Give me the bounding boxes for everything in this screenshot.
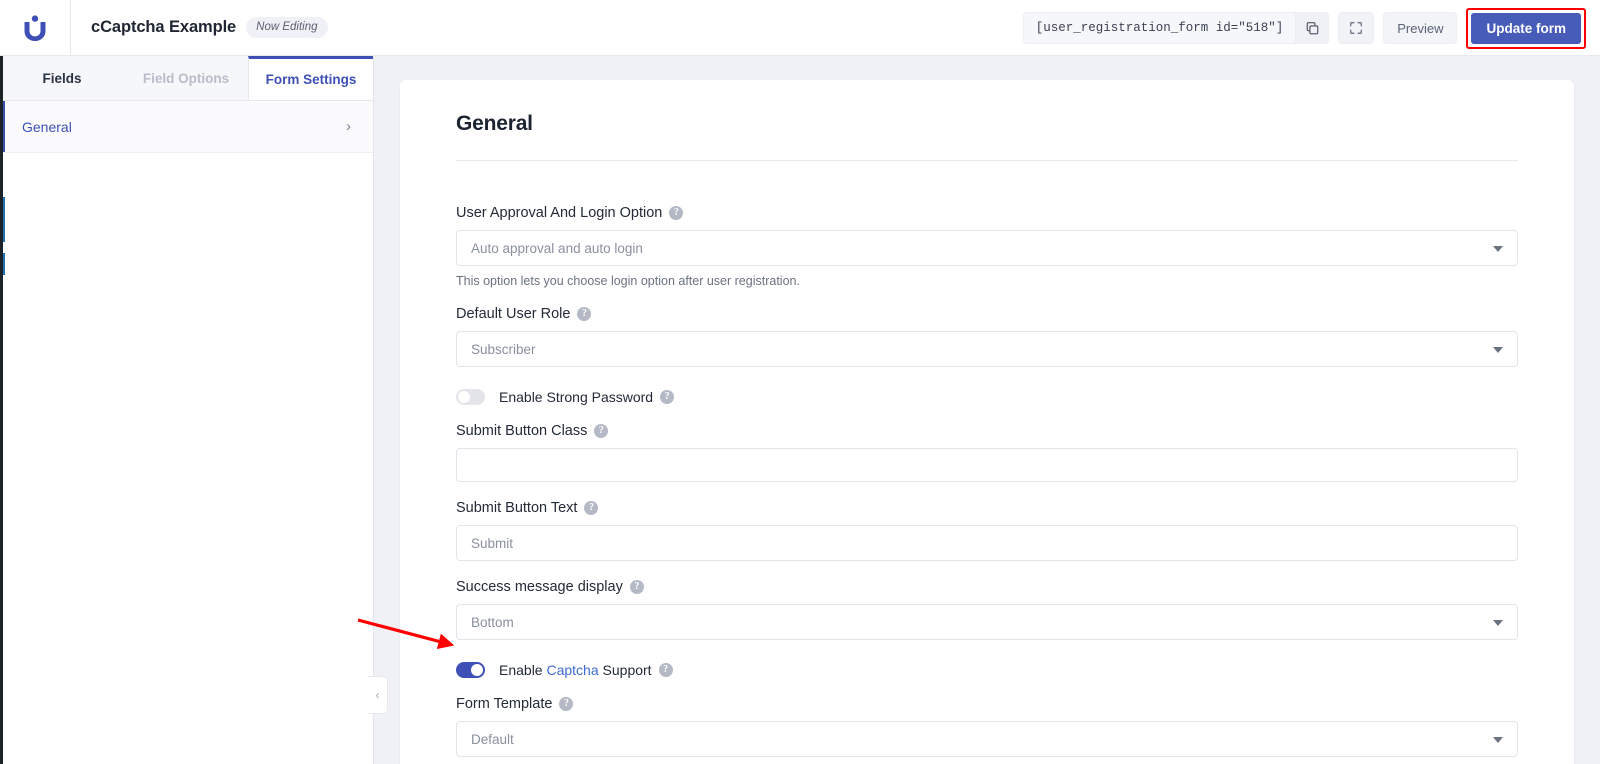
- chevron-right-icon: ›: [346, 118, 351, 135]
- label-text: Form Template: [456, 696, 553, 712]
- field-submit-button-text: Submit Button Text ? Submit: [456, 500, 1518, 561]
- toggle-knob: [471, 664, 483, 676]
- chevron-left-icon: ‹: [375, 688, 380, 702]
- label-text: Success message display: [456, 579, 623, 595]
- user-registration-logo-icon: [24, 14, 46, 41]
- update-form-button[interactable]: Update form: [1471, 12, 1581, 44]
- enable-captcha-support-toggle[interactable]: [456, 662, 485, 678]
- tab-field-options[interactable]: Field Options: [124, 56, 248, 100]
- field-label: User Approval And Login Option ?: [456, 205, 1518, 221]
- question-mark-icon[interactable]: ?: [577, 307, 592, 321]
- success-message-display-select[interactable]: Bottom: [456, 604, 1518, 640]
- select-value: Bottom: [471, 614, 514, 630]
- field-submit-button-class: Submit Button Class ?: [456, 423, 1518, 482]
- shortcode-field[interactable]: [user_registration_form id="518"]: [1022, 12, 1296, 44]
- main-content-area: General User Approval And Login Option ?…: [374, 56, 1600, 764]
- field-enable-captcha-support: Enable Captcha Support ?: [456, 662, 1518, 678]
- fullscreen-button[interactable]: [1338, 12, 1375, 44]
- label-text-suffix: Support: [598, 662, 652, 678]
- fullscreen-icon: [1350, 22, 1363, 34]
- update-form-highlight: Update form: [1466, 7, 1586, 49]
- question-mark-icon[interactable]: ?: [669, 206, 684, 220]
- toggle-knob: [458, 391, 470, 403]
- editing-status-badge: Now Editing: [246, 17, 328, 38]
- tab-fields[interactable]: Fields: [0, 56, 124, 100]
- toggle-label: Enable Captcha Support ?: [499, 662, 673, 678]
- question-mark-icon[interactable]: ?: [660, 390, 675, 404]
- form-title: cCaptcha Example: [91, 18, 237, 36]
- question-mark-icon[interactable]: ?: [594, 424, 609, 438]
- form-builder-app: cCaptcha Example Now Editing [user_regis…: [0, 0, 1600, 764]
- question-mark-icon[interactable]: ?: [629, 580, 644, 594]
- builder-tabs: Fields Field Options Form Settings: [0, 56, 373, 101]
- enable-strong-password-toggle[interactable]: [456, 389, 485, 405]
- user-approval-select[interactable]: Auto approval and auto login: [456, 230, 1518, 266]
- copy-shortcode-button[interactable]: [1295, 12, 1330, 44]
- submit-button-class-input[interactable]: [456, 448, 1518, 482]
- copy-icon: [1306, 21, 1319, 34]
- shortcode-group: [user_registration_form id="518"]: [1022, 12, 1330, 44]
- label-text: Enable Strong Password: [499, 389, 654, 405]
- page-title: General: [456, 112, 533, 135]
- field-label: Success message display ?: [456, 579, 1518, 595]
- field-label: Form Template ?: [456, 696, 1518, 712]
- question-mark-icon[interactable]: ?: [658, 663, 673, 677]
- question-mark-icon[interactable]: ?: [559, 697, 574, 711]
- preview-button[interactable]: Preview: [1383, 12, 1458, 44]
- field-form-template: Form Template ? Default: [456, 696, 1518, 757]
- toolbar-actions: [user_registration_form id="518"] Previe…: [1022, 0, 1586, 56]
- sidebar-item-label: General: [22, 118, 72, 135]
- label-text: User Approval And Login Option: [456, 205, 663, 221]
- input-value: Submit: [471, 535, 514, 551]
- settings-fields: User Approval And Login Option ? Auto ap…: [400, 161, 1574, 764]
- select-value: Default: [471, 731, 514, 747]
- toggle-label: Enable Strong Password ?: [499, 389, 675, 405]
- label-text-prefix: Enable: [499, 662, 547, 678]
- sidebar-item-general[interactable]: General ›: [0, 101, 373, 153]
- app-logo[interactable]: [0, 0, 71, 56]
- settings-nav-list: General ›: [0, 101, 373, 153]
- select-value: Subscriber: [471, 341, 536, 357]
- field-success-message-display: Success message display ? Bottom: [456, 579, 1518, 640]
- field-enable-strong-password: Enable Strong Password ?: [456, 389, 1518, 405]
- label-text: Submit Button Class: [456, 423, 588, 439]
- top-toolbar: cCaptcha Example Now Editing [user_regis…: [0, 0, 1600, 56]
- form-template-select[interactable]: Default: [456, 721, 1518, 757]
- field-label: Submit Button Text ?: [456, 500, 1518, 516]
- left-sidebar: Fields Field Options Form Settings Gener…: [0, 56, 374, 764]
- general-settings-panel: General User Approval And Login Option ?…: [400, 80, 1574, 764]
- field-user-approval-and-login-option: User Approval And Login Option ? Auto ap…: [456, 205, 1518, 288]
- select-value: Auto approval and auto login: [471, 240, 643, 256]
- question-mark-icon[interactable]: ?: [584, 501, 599, 515]
- submit-button-text-input[interactable]: Submit: [456, 525, 1518, 561]
- tab-form-settings[interactable]: Form Settings: [248, 56, 373, 100]
- field-label: Default User Role ?: [456, 306, 1518, 322]
- field-label: Submit Button Class ?: [456, 423, 1518, 439]
- label-text: Default User Role: [456, 306, 571, 322]
- field-default-user-role: Default User Role ? Subscriber: [456, 306, 1518, 367]
- field-description: This option lets you choose login option…: [456, 274, 800, 288]
- admin-rail: [0, 56, 3, 764]
- label-text: Submit Button Text: [456, 500, 578, 516]
- default-user-role-select[interactable]: Subscriber: [456, 331, 1518, 367]
- sidebar-collapse-handle[interactable]: ‹: [368, 676, 388, 714]
- captcha-link[interactable]: Captcha: [546, 662, 598, 678]
